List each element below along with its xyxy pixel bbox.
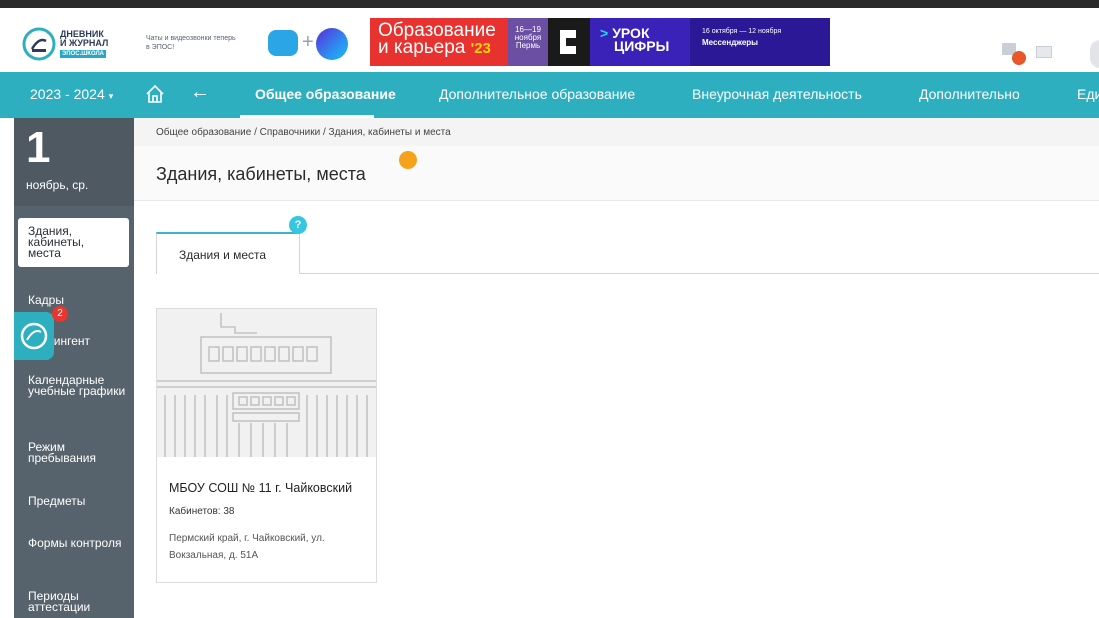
building-address: Пермский край, г. Чайковский, ул. Вокзал… (169, 533, 325, 561)
event-date-block: 16—19 ноября Пермь (508, 18, 548, 66)
building-icon (157, 309, 376, 457)
education-career-promo[interactable]: Образование и карьера '23 (370, 18, 508, 66)
avatar[interactable] (1090, 40, 1099, 68)
sidebar-item-control-forms[interactable]: Формы контроля (28, 537, 128, 549)
breadcrumb[interactable]: Общее образование / Справочники / Здания… (156, 127, 451, 138)
year-selector[interactable]: 2023 - 2024 ▾ (30, 86, 113, 102)
chat-bubble-icon (268, 30, 298, 56)
chat-promo[interactable]: Чаты и видеозвонки теперь в ЭПОС! + (140, 18, 370, 66)
tab-truncated[interactable]: Еди (1077, 86, 1099, 102)
building-card[interactable]: МБОУ СОШ № 11 г. Чайковский Кабинетов: 3… (156, 308, 377, 583)
sidebar-item-subjects[interactable]: Предметы (28, 495, 128, 507)
tab-buildings-and-places[interactable]: Здания и места (156, 232, 300, 274)
plus-sign: + (302, 31, 314, 53)
logo-line-3: ЭПОС.ШКОЛА (60, 50, 106, 58)
messengers-title: Мессенджеры (702, 38, 758, 47)
tab-extracurricular[interactable]: Внеурочная деятельность (692, 86, 862, 102)
help-icon[interactable]: ? (289, 216, 307, 234)
title-bar: Здания, кабинеты, места (134, 146, 1099, 201)
main-content: Общее образование / Справочники / Здания… (134, 118, 1099, 618)
notification-badge (1012, 51, 1026, 65)
main-navigation: 2023 - 2024 ▾ ← Общее образование Дополни… (0, 72, 1099, 118)
building-rooms-count: Кабинетов: 38 (169, 506, 235, 517)
chevron-right-icon: > (600, 25, 609, 41)
chat-widget-icon[interactable] (14, 312, 54, 360)
logo-icon (22, 27, 56, 61)
messengers-dates: 16 октября — 12 ноября (702, 28, 782, 35)
urok-line-2: ЦИФРЫ (614, 38, 670, 54)
chat-promo-text: Чаты и видеозвонки теперь в ЭПОС! (146, 35, 236, 51)
tab-additional[interactable]: Дополнительно (919, 86, 1020, 102)
mail-icon[interactable] (1036, 46, 1052, 58)
date-day: 1 (26, 123, 51, 172)
sidebar-item-calendars[interactable]: Календарные учебные графики (28, 374, 128, 397)
app-logo[interactable]: ДНЕВНИК И ЖУРНАЛ ЭПОС.ШКОЛА (22, 26, 130, 62)
year-label: 2023 - 2024 (30, 86, 105, 102)
sidebar-item-schedule-mode[interactable]: Режим пребывания (28, 441, 128, 464)
tab-additional-education[interactable]: Дополнительное образование (439, 86, 635, 102)
back-arrow-icon[interactable]: ← (190, 80, 210, 104)
sidebar-item-buildings[interactable]: Здания, кабинеты, места (18, 218, 129, 267)
breadcrumb-bar: Общее образование / Справочники / Здания… (134, 118, 1099, 146)
status-dot-icon[interactable] (399, 151, 417, 169)
notifications-icon[interactable] (1002, 43, 1026, 65)
chevron-down-icon: ▾ (108, 91, 114, 101)
tab-general-education[interactable]: Общее образование (255, 86, 396, 102)
logo-line-2: И ЖУРНАЛ (60, 38, 109, 48)
promo-banner[interactable]: Чаты и видеозвонки теперь в ЭПОС! + Обра… (140, 18, 830, 66)
top-header: ДНЕВНИК И ЖУРНАЛ ЭПОС.ШКОЛА Чаты и видео… (0, 0, 1099, 72)
date-label: ноябрь, ср. (26, 178, 89, 192)
sidebar: 1 ноябрь, ср. Здания, кабинеты, места Ка… (14, 118, 134, 618)
date-widget: 1 ноябрь, ср. (14, 118, 134, 206)
event-city: Пермь (515, 41, 541, 50)
edu-year: '23 (470, 40, 491, 57)
partner-logo-icon (548, 18, 590, 66)
sidebar-item-attestation[interactable]: Периоды аттестации (28, 590, 128, 613)
urok-cifry-promo[interactable]: > УРОК ЦИФРЫ (590, 18, 690, 66)
messengers-promo[interactable]: 16 октября — 12 ноября Мессенджеры (690, 18, 830, 66)
messenger-icon (316, 28, 348, 60)
page-title: Здания, кабинеты, места (156, 164, 366, 184)
home-icon[interactable] (145, 84, 165, 104)
building-name: МБОУ СОШ № 11 г. Чайковский (169, 481, 353, 495)
chat-widget-badge: 2 (52, 306, 68, 322)
edu-line-2: и карьера (378, 37, 466, 58)
sidebar-item-staff[interactable]: Кадры (28, 294, 128, 306)
